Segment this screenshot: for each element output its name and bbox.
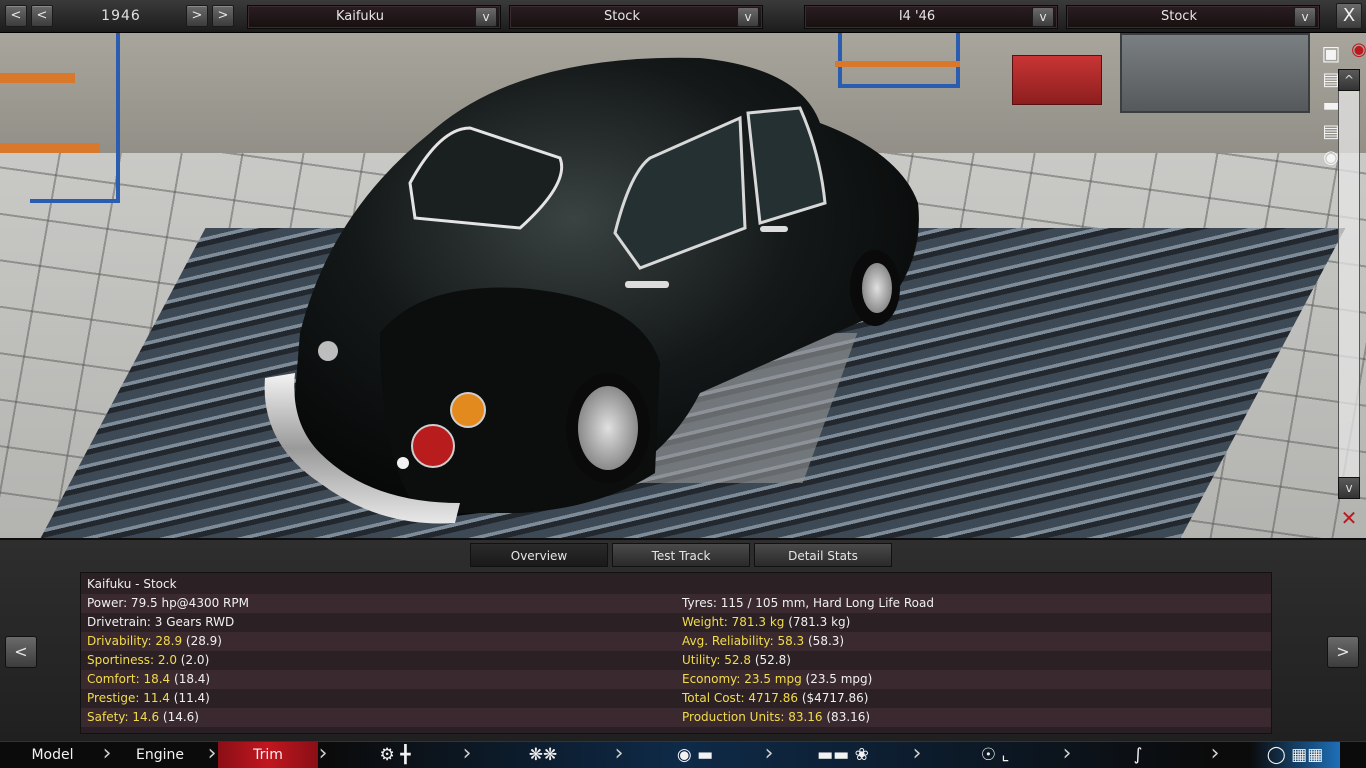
tab-test-track[interactable]: Test Track xyxy=(612,543,750,567)
engine-dropdown-arrow[interactable]: v xyxy=(1032,7,1054,27)
nav-gearbox[interactable]: ⚙ ╋ xyxy=(365,742,425,768)
chevron-right-icon: › xyxy=(1210,741,1220,766)
trim-dropdown[interactable]: Stock v xyxy=(509,5,763,29)
stats-title: Kaifuku - Stock xyxy=(87,577,177,591)
finish-flag-icon: ◯ ▦▦ xyxy=(1266,745,1324,765)
stat-sportiness: Sportiness: 2.0 (2.0) xyxy=(87,653,210,667)
year-display: 1946 xyxy=(101,8,141,24)
suspension-icon: ∫ xyxy=(1133,745,1143,765)
close-button[interactable]: X xyxy=(1336,3,1362,29)
steering-wheel-icon: ☉ xyxy=(980,745,996,765)
chassis-icon: ▬ xyxy=(697,745,714,765)
chevron-right-icon: › xyxy=(207,741,217,766)
nav-trim[interactable]: Trim xyxy=(218,742,318,768)
model-dropdown-arrow[interactable]: v xyxy=(475,7,497,27)
reset-view-icon[interactable]: ✕ xyxy=(1332,506,1366,530)
nav-chassis[interactable]: ◉ ▬ xyxy=(660,742,730,768)
stat-utility: Utility: 52.8 (52.8) xyxy=(682,653,791,667)
nav-finish[interactable]: ◯ ▦▦ xyxy=(1250,742,1340,768)
stat-safety: Safety: 14.6 (14.6) xyxy=(87,710,199,724)
tab-overview[interactable]: Overview xyxy=(470,543,608,567)
transmission-icon: ╋ xyxy=(400,745,411,765)
camera-tools: ▣ ▤ ▬ ▤ ◉ ◉ ^ v ✕ xyxy=(1312,33,1366,538)
year-next-button[interactable]: > xyxy=(186,5,208,27)
nav-wheels[interactable]: ❋❋ xyxy=(513,742,573,768)
seat-icon: ⌞ xyxy=(1001,745,1010,765)
fan-icon: ❀ xyxy=(854,745,869,765)
designer-nav-bar: Model › Engine › Trim › ⚙ ╋ › ❋❋ › ◉ ▬ ›… xyxy=(0,741,1366,768)
brake-icon: ◉ xyxy=(676,745,692,765)
nav-body[interactable]: ▬▬ ❀ xyxy=(788,742,898,768)
chevron-right-icon: › xyxy=(462,741,472,766)
chevron-right-icon: › xyxy=(1062,741,1072,766)
trim-dropdown-arrow[interactable]: v xyxy=(737,7,759,27)
stat-drivetrain: Drivetrain: 3 Gears RWD xyxy=(87,615,235,629)
eye-icon[interactable]: ◉ xyxy=(1342,39,1366,61)
wheel-icon: ❋ xyxy=(528,745,543,765)
chevron-right-icon: › xyxy=(614,741,624,766)
engine-dropdown[interactable]: I4 '46 v xyxy=(804,5,1058,29)
stat-prestige: Prestige: 11.4 (11.4) xyxy=(87,691,210,705)
stat-production-units: Production Units: 83.16 (83.16) xyxy=(682,710,871,724)
engine-variant-dropdown-value: Stock xyxy=(1161,9,1197,24)
chevron-right-icon: › xyxy=(912,741,922,766)
top-bar: < < 1946 > > Kaifuku v Stock v I4 '46 v … xyxy=(0,0,1366,33)
car-viewport[interactable] xyxy=(0,33,1366,538)
nav-interior[interactable]: ☉ ⌞ xyxy=(960,742,1030,768)
engine-dropdown-value: I4 '46 xyxy=(898,9,936,24)
overview-stats: Kaifuku - Stock Power: 79.5 hp@4300 RPM … xyxy=(80,572,1272,734)
tab-detail-stats[interactable]: Detail Stats xyxy=(754,543,892,567)
year-prev-button[interactable]: < xyxy=(31,5,53,27)
model-dropdown[interactable]: Kaifuku v xyxy=(247,5,501,29)
nav-engine[interactable]: Engine xyxy=(110,742,210,768)
engine-variant-dropdown[interactable]: Stock v xyxy=(1066,5,1320,29)
year-first-button[interactable]: < xyxy=(5,5,27,27)
stat-total-cost: Total Cost: 4717.86 ($4717.86) xyxy=(682,691,869,705)
nav-suspension[interactable]: ∫ xyxy=(1118,742,1158,768)
stat-comfort: Comfort: 18.4 (18.4) xyxy=(87,672,211,686)
prev-car-button[interactable]: < xyxy=(5,636,37,668)
car-model xyxy=(264,57,919,524)
scroll-up-button[interactable]: ^ xyxy=(1338,69,1360,91)
zoom-scrollbar[interactable]: ^ v xyxy=(1338,69,1360,499)
next-car-button[interactable]: > xyxy=(1327,636,1359,668)
stat-tyres: Tyres: 115 / 105 mm, Hard Long Life Road xyxy=(682,596,934,610)
wheel-icon: ❋ xyxy=(543,745,558,765)
car-body-icon: ▬▬ xyxy=(817,745,850,765)
stat-economy: Economy: 23.5 mpg (23.5 mpg) xyxy=(682,672,873,686)
scroll-down-button[interactable]: v xyxy=(1338,477,1360,499)
trim-dropdown-value: Stock xyxy=(604,9,640,24)
stat-weight: Weight: 781.3 kg (781.3 kg) xyxy=(682,615,851,629)
stat-power: Power: 79.5 hp@4300 RPM xyxy=(87,596,249,610)
chevron-right-icon: › xyxy=(318,741,328,766)
chevron-right-icon: › xyxy=(764,741,774,766)
stat-reliability: Avg. Reliability: 58.3 (58.3) xyxy=(682,634,845,648)
stat-drivability: Drivability: 28.9 (28.9) xyxy=(87,634,222,648)
model-dropdown-value: Kaifuku xyxy=(335,9,385,24)
year-last-button[interactable]: > xyxy=(212,5,234,27)
engine-variant-dropdown-arrow[interactable]: v xyxy=(1294,7,1316,27)
nav-model[interactable]: Model xyxy=(0,742,105,768)
gear-icon: ⚙ xyxy=(379,745,395,765)
stats-panel: Overview Test Track Detail Stats < > Kai… xyxy=(0,538,1366,741)
